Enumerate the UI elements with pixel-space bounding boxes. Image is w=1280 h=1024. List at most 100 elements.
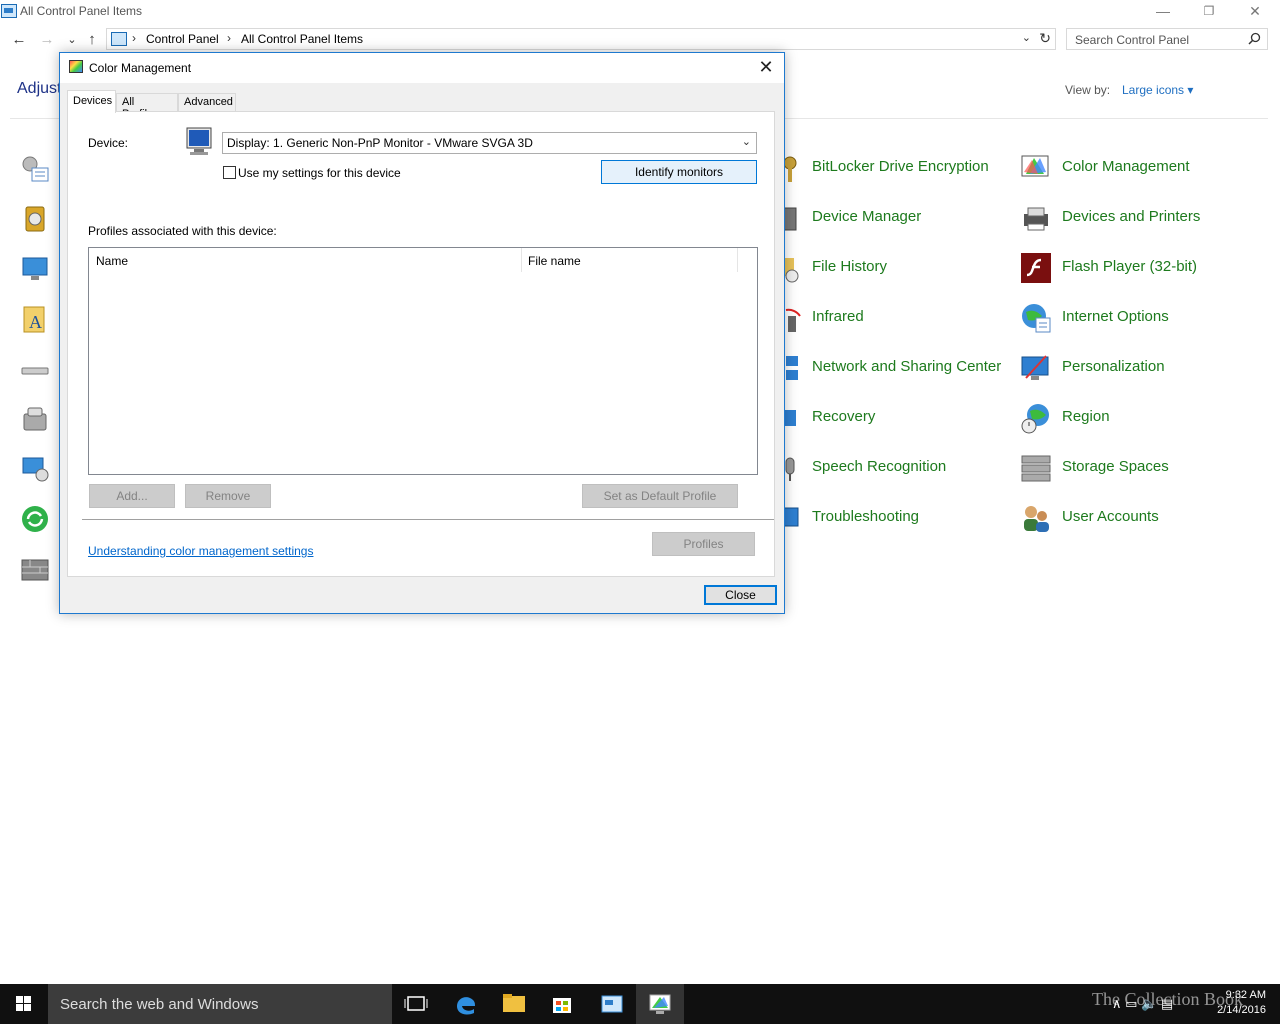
cp-item-internet-options[interactable]: Internet Options	[1020, 298, 1260, 338]
cp-item-region[interactable]: Region	[1020, 398, 1260, 438]
control-panel-icon	[111, 32, 127, 46]
cp-item-label: Flash Player (32-bit)	[1062, 258, 1198, 275]
control-panel-taskbar-icon[interactable]	[588, 984, 636, 1024]
column-header-name[interactable]: Name	[89, 248, 521, 274]
taskbar: Search the web and Windows The Collectio…	[0, 984, 1280, 1024]
restore-button[interactable]: ❐	[1186, 0, 1232, 24]
clock[interactable]: 9:32 AM 2/14/2016	[1216, 988, 1266, 1018]
cp-item-label: Device Manager	[812, 208, 922, 225]
search-placeholder: Search Control Panel	[1075, 33, 1190, 47]
system-tray-icons[interactable]: ∧ ▭ 🔈 ▤	[1112, 996, 1173, 1012]
profiles-heading: Profiles associated with this device:	[88, 224, 277, 238]
personalization-icon	[1021, 355, 1049, 380]
cp-item-bitlocker[interactable]: BitLocker Drive Encryption	[770, 148, 1010, 188]
view-by-label: View by:	[1065, 83, 1111, 97]
cp-item-label: Speech Recognition	[812, 458, 947, 475]
task-view-icon[interactable]	[392, 984, 440, 1024]
file-explorer-icon[interactable]	[490, 984, 538, 1024]
cp-item-network-sharing[interactable]: Network and Sharing Center	[770, 348, 1010, 392]
backup-icon[interactable]	[20, 204, 50, 234]
breadcrumb-all-items[interactable]: All Control Panel Items	[241, 32, 363, 46]
color-management-taskbar-icon[interactable]	[636, 984, 684, 1024]
understanding-color-management-link[interactable]: Understanding color management settings	[88, 544, 313, 558]
page-heading: Adjust	[17, 80, 62, 97]
cp-item-troubleshooting[interactable]: Troubleshooting	[770, 498, 1010, 538]
profiles-button[interactable]: Profiles	[652, 532, 755, 556]
administrative-tools-icon[interactable]	[20, 154, 50, 184]
taskbar-search-placeholder: Search the web and Windows	[60, 996, 259, 1013]
address-bar[interactable]: › Control Panel › All Control Panel Item…	[106, 28, 1056, 50]
sync-center-icon[interactable]	[20, 504, 50, 534]
cp-item-label: BitLocker Drive Encryption	[812, 158, 989, 175]
refresh-icon[interactable]: ↻	[1039, 30, 1051, 47]
cp-item-recovery[interactable]: Recovery	[770, 398, 1010, 438]
up-button[interactable]: ↑	[82, 30, 102, 50]
cp-item-label: Storage Spaces	[1062, 458, 1169, 475]
device-select[interactable]: Display: 1. Generic Non-PnP Monitor - VM…	[222, 132, 757, 154]
address-dropdown-icon[interactable]: ⌄	[1022, 31, 1031, 44]
cp-item-color-management[interactable]: Color Management	[1020, 148, 1260, 188]
device-select-value: Display: 1. Generic Non-PnP Monitor - VM…	[227, 136, 533, 150]
breadcrumb-control-panel[interactable]: Control Panel	[146, 32, 219, 46]
dialog-title: Color Management	[89, 61, 192, 75]
use-my-settings-checkbox[interactable]	[223, 166, 236, 179]
cp-item-user-accounts[interactable]: User Accounts	[1020, 498, 1260, 538]
search-input[interactable]: Search Control Panel	[1066, 28, 1268, 50]
use-my-settings-label[interactable]: Use my settings for this device	[238, 166, 401, 180]
cp-item-label: Region	[1062, 408, 1110, 425]
forward-button[interactable]: →	[37, 30, 57, 50]
set-default-profile-button[interactable]: Set as Default Profile	[582, 484, 738, 508]
profiles-list[interactable]: Name File name	[88, 247, 758, 475]
search-icon	[1248, 32, 1261, 45]
cp-item-file-history[interactable]: File History	[770, 248, 1010, 288]
cp-item-personalization[interactable]: Personalization	[1020, 348, 1260, 388]
store-icon[interactable]	[538, 984, 586, 1024]
dialog-titlebar[interactable]: Color Management ✕	[60, 53, 784, 83]
cp-item-storage-spaces[interactable]: Storage Spaces	[1020, 448, 1260, 488]
view-by-dropdown[interactable]: Large icons ▾	[1122, 83, 1193, 97]
back-button[interactable]: ←	[9, 30, 29, 50]
region-icon	[1021, 404, 1049, 434]
display-icon[interactable]	[20, 254, 50, 284]
dialog-close-button[interactable]: ✕	[754, 56, 778, 80]
edge-icon[interactable]	[442, 984, 490, 1024]
svg-text:A: A	[29, 312, 42, 332]
cp-item-infrared[interactable]: Infrared	[770, 298, 1010, 338]
cp-item-label: Infrared	[812, 308, 864, 325]
close-window-button[interactable]: ✕	[1232, 0, 1278, 24]
tab-all-profiles[interactable]: All Profiles	[116, 93, 178, 120]
internet-options-icon	[1022, 304, 1051, 333]
cp-item-label: Devices and Printers	[1062, 208, 1201, 225]
tab-devices[interactable]: Devices	[67, 90, 116, 113]
divider	[82, 519, 774, 520]
remoteapp-icon[interactable]	[20, 454, 50, 484]
phone-modem-icon[interactable]	[20, 404, 50, 434]
keyboard-icon[interactable]	[20, 354, 50, 384]
cp-item-label: User Accounts	[1062, 508, 1159, 525]
color-management-icon	[1021, 155, 1049, 177]
fonts-icon[interactable]: A	[20, 304, 50, 334]
recent-locations-button[interactable]: ⌄	[62, 30, 82, 50]
windows-start-icon[interactable]	[0, 984, 48, 1024]
address-row: ← → ⌄ ↑ › Control Panel › All Control Pa…	[0, 28, 1280, 52]
add-button[interactable]: Add...	[89, 484, 175, 508]
tab-advanced[interactable]: Advanced	[178, 93, 236, 112]
taskbar-search-input[interactable]: Search the web and Windows	[48, 984, 392, 1024]
column-header-file-name[interactable]: File name	[521, 248, 737, 274]
cp-item-label: File History	[812, 258, 888, 275]
cp-item-device-manager[interactable]: Device Manager	[770, 198, 1010, 238]
clock-date: 2/14/2016	[1217, 1004, 1266, 1016]
control-panel-icon	[1, 4, 17, 18]
close-button[interactable]: Close	[704, 585, 777, 605]
cp-item-speech-recognition[interactable]: Speech Recognition	[770, 448, 1010, 488]
identify-monitors-button[interactable]: Identify monitors	[601, 160, 757, 184]
clock-time: 9:32 AM	[1225, 989, 1266, 1001]
devices-printers-icon	[1024, 207, 1048, 231]
cp-item-devices-printers[interactable]: Devices and Printers	[1020, 198, 1260, 238]
cp-item-flash-player[interactable]: Flash Player (32-bit)	[1020, 248, 1260, 288]
user-accounts-icon	[1024, 506, 1049, 532]
flash-icon	[1021, 253, 1051, 283]
remove-button[interactable]: Remove	[185, 484, 271, 508]
windows-firewall-icon[interactable]	[20, 554, 50, 584]
minimize-button[interactable]: —	[1140, 0, 1186, 24]
